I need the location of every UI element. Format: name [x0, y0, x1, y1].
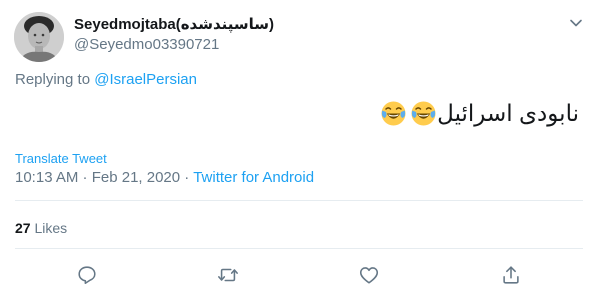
face-with-tears-of-joy-icon [411, 101, 436, 125]
retweet-icon[interactable] [217, 264, 239, 286]
user-handle[interactable]: @Seyedmo03390721 [74, 35, 219, 55]
tweet-meta: 10:13 AM · Feb 21, 2020 · Twitter for An… [15, 168, 314, 188]
source-link[interactable]: Twitter for Android [193, 169, 314, 186]
face-with-tears-of-joy-icon [381, 101, 406, 125]
heart-icon[interactable] [358, 264, 380, 286]
chevron-down-icon[interactable] [567, 14, 585, 32]
likes-label: Likes [34, 220, 68, 236]
tweet-card: Seyedmojtaba(ساسپندشده) @Seyedmo03390721… [0, 0, 598, 300]
translate-tweet-link[interactable]: Translate Tweet [15, 151, 107, 167]
meta-separator: · [180, 169, 194, 186]
likes-stat[interactable]: 27 Likes [15, 218, 67, 238]
reply-mention-link[interactable]: @IsraelPersian [94, 71, 197, 88]
tweet-text: نابودی اسرائیل [373, 97, 579, 129]
replying-to: Replying to @IsraelPersian [15, 70, 197, 90]
divider [15, 200, 583, 201]
avatar[interactable] [14, 12, 64, 62]
timestamp-link[interactable]: 10:13 AM · Feb 21, 2020 [15, 169, 180, 186]
replying-prefix: Replying to [15, 71, 91, 88]
likes-count: 27 [15, 220, 31, 236]
share-icon[interactable] [500, 264, 522, 286]
reply-icon[interactable] [76, 264, 98, 286]
tweet-text-body: نابودی اسرائیل [437, 100, 579, 126]
avatar-image [14, 12, 64, 62]
display-name[interactable]: Seyedmojtaba(ساسپندشده) [74, 15, 274, 35]
divider [15, 248, 583, 249]
